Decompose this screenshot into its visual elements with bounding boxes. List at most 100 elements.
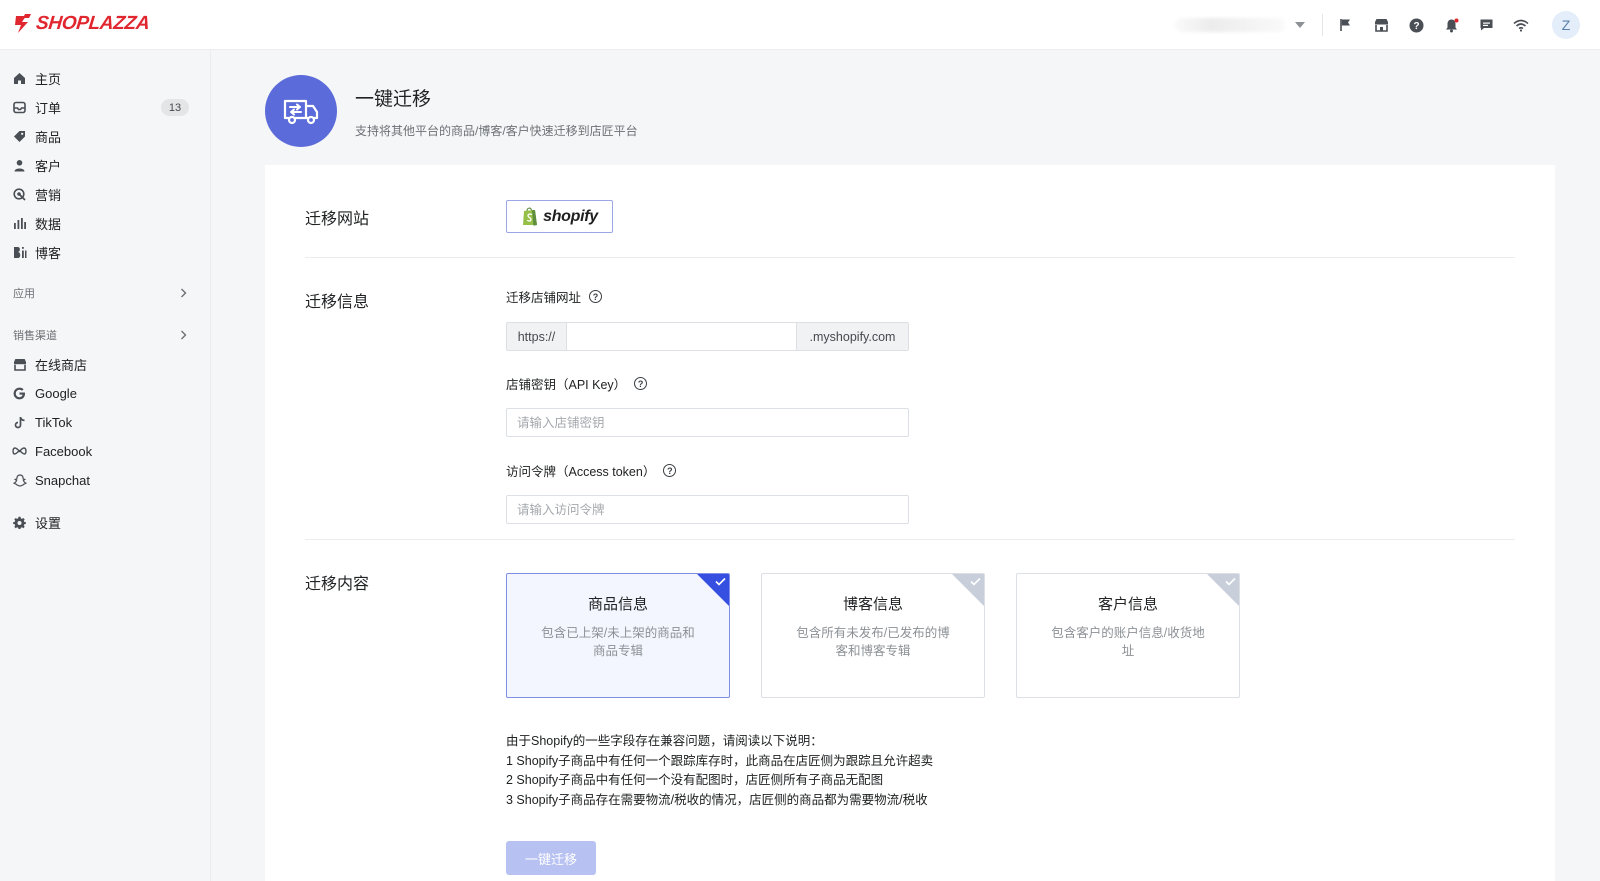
sidebar-channels-heading[interactable]: 销售渠道: [0, 325, 211, 345]
store-url-input-group: https:// .myshopify.com: [506, 322, 909, 351]
store-selector[interactable]: [1175, 17, 1305, 33]
shopify-bag-icon: [523, 207, 538, 226]
help-circle-icon[interactable]: ?: [634, 377, 648, 390]
sidebar: 主页 订单 13 商品 客户 营销 数据 博客 应用 销售渠道 在线商店 Goo…: [0, 50, 211, 881]
svg-text:?: ?: [1413, 21, 1419, 32]
sidebar-item-label: Snapchat: [35, 472, 90, 488]
home-icon: [12, 71, 27, 86]
note-line: 由于Shopify的一些字段存在兼容问题，请阅读以下说明：: [506, 734, 823, 748]
migration-form-card: 迁移网站 shopify 迁移信息 迁移店铺网址 ? https:// .mys…: [265, 165, 1555, 881]
sidebar-item-label: 数据: [35, 216, 62, 232]
sidebar-item-label: 在线商店: [35, 357, 88, 373]
sidebar-item-label: Facebook: [35, 443, 93, 459]
sidebar-item-tiktok[interactable]: TikTok: [0, 408, 211, 436]
check-icon: [970, 577, 981, 586]
message-icon[interactable]: [1477, 16, 1495, 34]
api-key-label-text: 店铺密钥（API Key）: [506, 378, 627, 392]
chevron-down-icon: [1295, 22, 1305, 28]
section-divider: [305, 539, 1515, 540]
page-subtitle: 支持将其他平台的商品/博客/客户快速迁移到店匠平台: [355, 124, 638, 138]
sidebar-item-analytics[interactable]: 数据: [0, 209, 211, 237]
help-circle-icon[interactable]: ?: [589, 290, 603, 303]
customer-icon: [12, 158, 27, 173]
chevron-right-icon: [181, 330, 187, 340]
content-option-desc: 包含已上架/未上架的商品和商品专辑: [541, 626, 695, 658]
note-line: 1 Shopify子商品中有任何一个跟踪库存时，此商品在店匠侧为跟踪且允许超卖: [506, 753, 934, 768]
gear-icon: [12, 515, 27, 530]
access-token-label: 访问令牌（Access token） ?: [506, 461, 677, 480]
page-title: 一键迁移: [355, 89, 432, 110]
shoplazza-logo[interactable]: SHOPLAZZA: [13, 13, 151, 35]
sidebar-item-label: 商品: [35, 129, 62, 145]
channels-heading-label: 销售渠道: [13, 330, 57, 342]
store-icon[interactable]: [1372, 16, 1390, 34]
shoplazza-logo-mark-icon: [15, 14, 31, 33]
tiktok-icon: [12, 415, 27, 430]
store-name-blurred: [1175, 18, 1285, 32]
facebook-icon: [12, 444, 27, 459]
shopify-option-label: shopify: [543, 207, 598, 225]
sidebar-item-blog[interactable]: 博客: [0, 238, 211, 266]
order-count-badge: 13: [161, 99, 189, 116]
sidebar-item-online-store[interactable]: 在线商店: [0, 350, 211, 378]
sidebar-item-google[interactable]: Google: [0, 379, 211, 407]
sidebar-item-orders[interactable]: 订单 13: [0, 93, 211, 121]
sidebar-item-facebook[interactable]: Facebook: [0, 437, 211, 465]
header-divider: [1322, 14, 1323, 36]
sidebar-item-marketing[interactable]: 营销: [0, 180, 211, 208]
check-icon: [715, 577, 726, 586]
url-prefix: https://: [507, 323, 567, 350]
note-line: 2 Shopify子商品中有任何一个没有配图时，店匠侧所有子商品无配图: [506, 773, 884, 787]
access-token-label-text: 访问令牌（Access token）: [506, 465, 656, 479]
wifi-icon[interactable]: [1512, 16, 1530, 34]
content-option-blogs[interactable]: 博客信息 包含所有未发布/已发布的博客和博客专辑: [761, 573, 985, 698]
order-icon: [12, 100, 27, 115]
sidebar-item-label: 博客: [35, 245, 62, 261]
api-key-label: 店铺密钥（API Key） ?: [506, 374, 648, 393]
one-click-migrate-button[interactable]: 一键迁移: [506, 841, 596, 875]
sidebar-apps-heading[interactable]: 应用: [0, 283, 211, 303]
sidebar-item-label: TikTok: [35, 414, 73, 430]
content-option-title: 商品信息: [587, 596, 648, 613]
sidebar-item-label: 客户: [35, 158, 62, 174]
content-option-products[interactable]: 商品信息 包含已上架/未上架的商品和商品专辑: [506, 573, 730, 698]
brand-name: SHOPLAZZA: [34, 13, 151, 34]
apps-heading-label: 应用: [13, 288, 35, 300]
sidebar-item-settings[interactable]: 设置: [0, 508, 211, 536]
shopify-option-button[interactable]: shopify: [506, 200, 613, 233]
url-suffix: .myshopify.com: [796, 323, 908, 350]
access-token-input[interactable]: [506, 495, 909, 524]
content-option-title: 博客信息: [842, 596, 903, 613]
sidebar-item-home[interactable]: 主页: [0, 64, 211, 92]
online-store-icon: [12, 357, 27, 372]
top-bar: SHOPLAZZA ? Z: [0, 0, 1600, 50]
sidebar-item-customers[interactable]: 客户: [0, 151, 211, 179]
content-option-desc: 包含客户的账户信息/收货地址: [1051, 626, 1205, 658]
migration-truck-icon: [265, 75, 337, 147]
marketing-icon: [12, 187, 27, 202]
note-line: 3 Shopify子商品存在需要物流/税收的情况，店匠侧的商品都为需要物流/税收: [506, 792, 928, 807]
store-url-label: 迁移店铺网址 ?: [506, 287, 603, 306]
sidebar-item-label: 设置: [35, 515, 62, 531]
help-icon[interactable]: ?: [1407, 16, 1425, 34]
site-label: 迁移网站: [305, 211, 370, 228]
sidebar-item-products[interactable]: 商品: [0, 122, 211, 150]
content-option-customers[interactable]: 客户信息 包含客户的账户信息/收货地址: [1016, 573, 1240, 698]
user-avatar[interactable]: Z: [1552, 11, 1580, 39]
store-url-input[interactable]: [567, 323, 796, 350]
sidebar-item-label: 营销: [35, 187, 62, 203]
sidebar-item-snapchat[interactable]: Snapchat: [0, 466, 211, 494]
compatibility-notes: 由于Shopify的一些字段存在兼容问题，请阅读以下说明： 1 Shopify子…: [506, 732, 933, 810]
sidebar-item-label: 主页: [35, 71, 62, 87]
content-option-desc: 包含所有未发布/已发布的博客和博客专辑: [796, 626, 950, 658]
section-divider: [305, 257, 1515, 258]
help-circle-icon[interactable]: ?: [663, 464, 677, 477]
analytics-icon: [12, 216, 27, 231]
flag-icon[interactable]: [1337, 16, 1355, 34]
tag-icon: [12, 129, 27, 144]
bell-icon[interactable]: [1442, 16, 1460, 34]
store-url-label-text: 迁移店铺网址: [506, 291, 582, 305]
chevron-right-icon: [181, 288, 187, 298]
snapchat-icon: [12, 473, 27, 488]
api-key-input[interactable]: [506, 408, 909, 437]
